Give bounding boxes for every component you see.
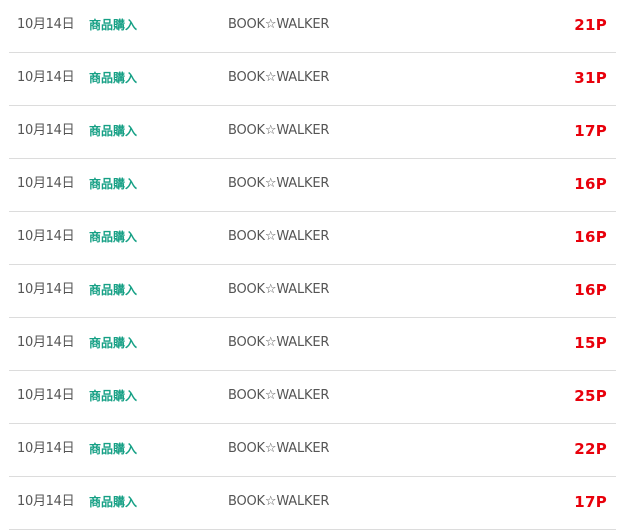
history-shop: BOOK☆WALKER — [228, 494, 330, 509]
history-shop: BOOK☆WALKER — [228, 123, 330, 138]
history-points: 22P — [574, 440, 607, 458]
history-row: 10月14日 商品購入 BOOK☆WALKER 25P — [9, 371, 616, 424]
history-points: 17P — [574, 122, 607, 140]
history-type: 商品購入 — [89, 71, 138, 85]
history-type: 商品購入 — [89, 389, 138, 403]
history-type: 商品購入 — [89, 442, 138, 456]
history-type: 商品購入 — [89, 336, 138, 350]
history-row: 10月14日 商品購入 BOOK☆WALKER 31P — [9, 53, 616, 106]
history-date: 10月14日 — [17, 494, 75, 509]
history-points: 15P — [574, 334, 607, 352]
history-date: 10月14日 — [17, 17, 75, 32]
history-date: 10月14日 — [17, 335, 75, 350]
history-row: 10月14日 商品購入 BOOK☆WALKER 15P — [9, 318, 616, 371]
history-row: 10月14日 商品購入 BOOK☆WALKER 17P — [9, 477, 616, 530]
history-shop: BOOK☆WALKER — [228, 441, 330, 456]
point-history-list: 10月14日 商品購入 BOOK☆WALKER 21P 10月14日 商品購入 … — [9, 0, 616, 530]
history-row: 10月14日 商品購入 BOOK☆WALKER 22P — [9, 424, 616, 477]
history-row: 10月14日 商品購入 BOOK☆WALKER 16P — [9, 212, 616, 265]
history-shop: BOOK☆WALKER — [228, 70, 330, 85]
history-date: 10月14日 — [17, 229, 75, 244]
history-points: 16P — [574, 175, 607, 193]
history-shop: BOOK☆WALKER — [228, 229, 330, 244]
history-shop: BOOK☆WALKER — [228, 335, 330, 350]
history-type: 商品購入 — [89, 230, 138, 244]
history-type: 商品購入 — [89, 495, 138, 509]
history-date: 10月14日 — [17, 123, 75, 138]
history-row: 10月14日 商品購入 BOOK☆WALKER 16P — [9, 159, 616, 212]
history-type: 商品購入 — [89, 177, 138, 191]
history-points: 16P — [574, 281, 607, 299]
history-shop: BOOK☆WALKER — [228, 17, 330, 32]
history-row: 10月14日 商品購入 BOOK☆WALKER 16P — [9, 265, 616, 318]
history-date: 10月14日 — [17, 176, 75, 191]
history-shop: BOOK☆WALKER — [228, 282, 330, 297]
history-points: 16P — [574, 228, 607, 246]
history-points: 21P — [574, 16, 607, 34]
history-date: 10月14日 — [17, 282, 75, 297]
history-points: 25P — [574, 387, 607, 405]
history-type: 商品購入 — [89, 283, 138, 297]
history-row: 10月14日 商品購入 BOOK☆WALKER 21P — [9, 0, 616, 53]
history-row: 10月14日 商品購入 BOOK☆WALKER 17P — [9, 106, 616, 159]
history-points: 31P — [574, 69, 607, 87]
history-shop: BOOK☆WALKER — [228, 176, 330, 191]
history-type: 商品購入 — [89, 18, 138, 32]
history-date: 10月14日 — [17, 388, 75, 403]
history-points: 17P — [574, 493, 607, 511]
history-shop: BOOK☆WALKER — [228, 388, 330, 403]
history-type: 商品購入 — [89, 124, 138, 138]
history-date: 10月14日 — [17, 441, 75, 456]
history-date: 10月14日 — [17, 70, 75, 85]
